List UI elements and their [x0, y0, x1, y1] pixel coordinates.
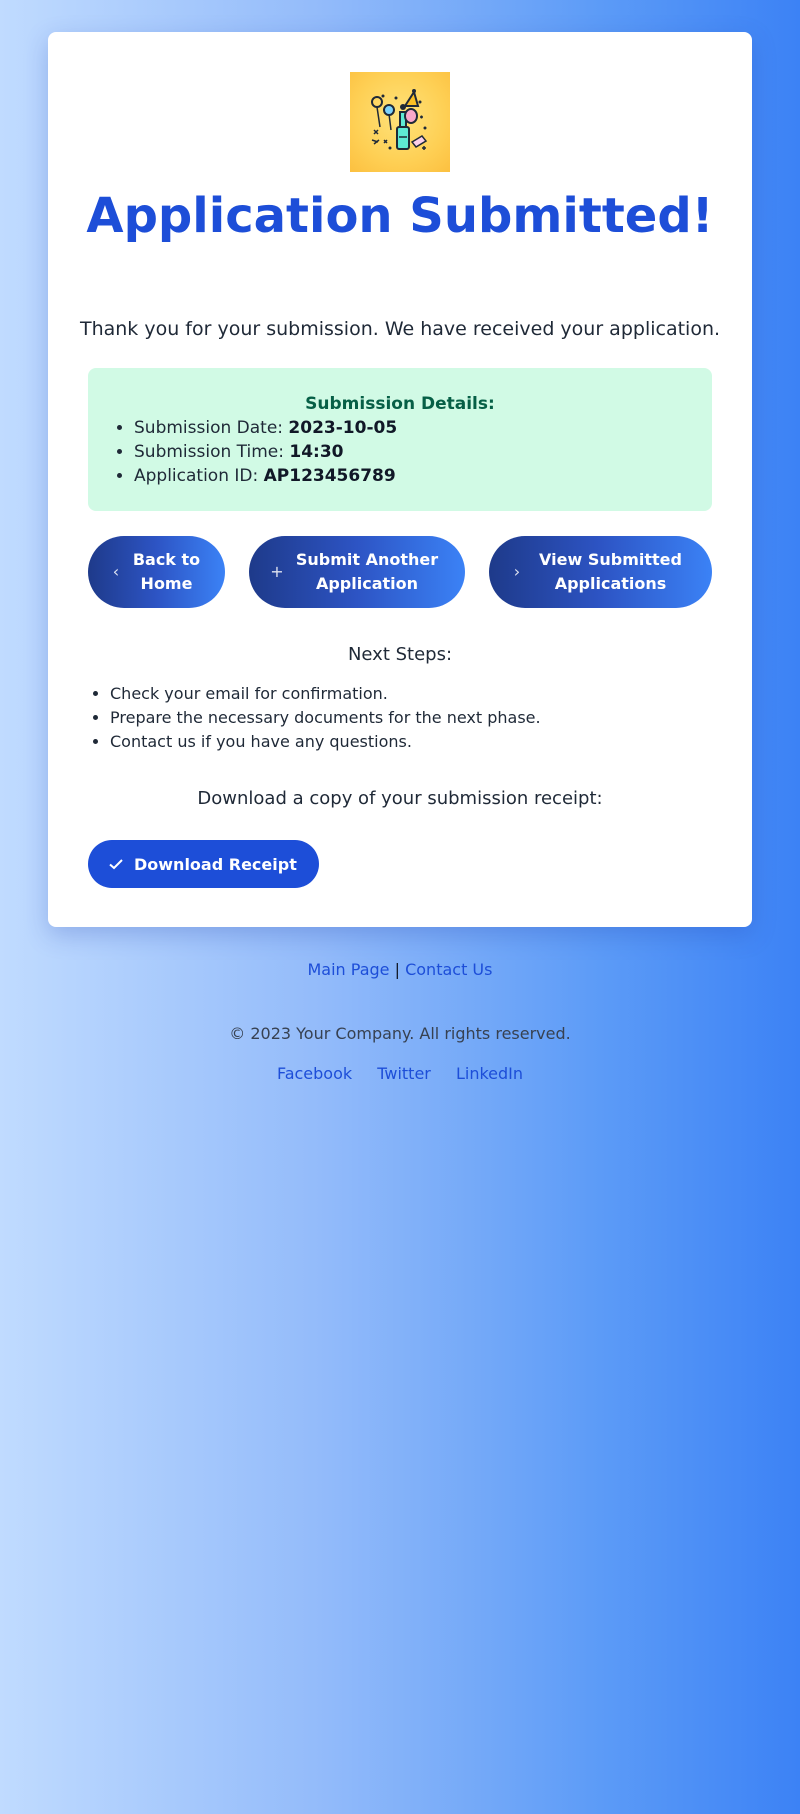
application-id-label: Application ID: [134, 466, 264, 486]
plus-icon: + [270, 562, 284, 581]
list-item: Check your email for confirmation. [110, 682, 541, 706]
chevron-left-icon: ‹ [112, 562, 120, 581]
view-submitted-applications-button[interactable]: › View Submitted Applications [489, 536, 712, 608]
application-id-item: Application ID: AP123456789 [134, 464, 397, 488]
submission-details-panel: Submission Details: Submission Date: 202… [88, 368, 712, 511]
back-to-home-label: Back to Home [132, 550, 201, 593]
facebook-link[interactable]: Facebook [277, 1064, 352, 1083]
confirmation-card: Application Submitted! Thank you for you… [48, 32, 752, 927]
submission-time-label: Submission Time: [134, 442, 290, 462]
download-receipt-label: Download Receipt [134, 854, 297, 874]
next-steps-list: Check your email for confirmation. Prepa… [88, 682, 541, 754]
check-icon [108, 856, 124, 872]
celebration-icon [350, 72, 450, 172]
submission-date-value: 2023-10-05 [288, 418, 398, 438]
thank-you-message: Thank you for your submission. We have r… [79, 318, 721, 340]
submission-time-value: 14:30 [289, 442, 344, 462]
submit-another-label: Submit Another Application [295, 550, 439, 593]
main-page-link[interactable]: Main Page [308, 960, 390, 979]
submission-date-label: Submission Date: [134, 418, 289, 438]
download-receipt-prompt: Download a copy of your submission recei… [197, 788, 603, 809]
download-receipt-button[interactable]: Download Receipt [88, 840, 319, 888]
footer-nav: Main Page | Contact Us [0, 960, 800, 979]
linkedin-link[interactable]: LinkedIn [456, 1064, 523, 1083]
social-links: Facebook Twitter LinkedIn [0, 1064, 800, 1083]
view-submitted-label: View Submitted Applications [539, 550, 682, 593]
page-title: Application Submitted! [86, 188, 714, 244]
submission-details-list: Submission Date: 2023-10-05 Submission T… [88, 416, 397, 488]
application-id-value: AP123456789 [263, 466, 396, 486]
submission-time-item: Submission Time: 14:30 [134, 440, 397, 464]
back-to-home-button[interactable]: ‹ Back to Home [88, 536, 225, 608]
copyright-text: © 2023 Your Company. All rights reserved… [229, 1024, 571, 1043]
list-item: Contact us if you have any questions. [110, 730, 541, 754]
submission-date-item: Submission Date: 2023-10-05 [134, 416, 397, 440]
submission-details-heading: Submission Details: [305, 394, 495, 414]
submit-another-application-button[interactable]: + Submit Another Application [249, 536, 465, 608]
chevron-right-icon: › [513, 562, 521, 581]
list-item: Prepare the necessary documents for the … [110, 706, 541, 730]
footer-separator: | [394, 960, 400, 979]
twitter-link[interactable]: Twitter [377, 1064, 431, 1083]
contact-us-link[interactable]: Contact Us [405, 960, 492, 979]
next-steps-heading: Next Steps: [347, 644, 453, 665]
